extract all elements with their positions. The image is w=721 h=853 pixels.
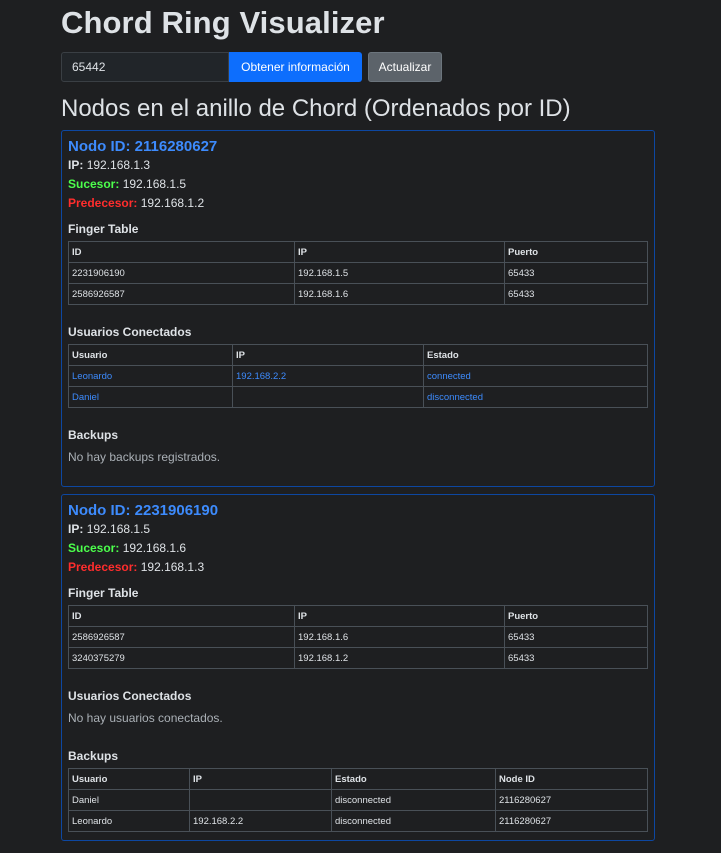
- backups-heading: Backups: [68, 428, 119, 442]
- table-cell: 192.168.1.2: [294, 647, 505, 669]
- users-heading: Usuarios Conectados: [68, 689, 192, 703]
- node-successor: Sucesor: 192.168.1.6: [68, 541, 187, 555]
- page-title: Chord Ring Visualizer: [61, 5, 385, 40]
- users-table: Usuario IP Estado Leonardo 192.168.2.2 c…: [68, 344, 648, 408]
- node-card: Nodo ID: 2116280627 IP: 192.168.1.3 Suce…: [61, 130, 655, 487]
- table-cell: 192.168.2.2: [189, 810, 332, 832]
- table-cell: [189, 789, 332, 811]
- table-cell: 3240375279: [68, 647, 295, 669]
- node-predecessor: Predecesor: 192.168.1.2: [68, 196, 205, 210]
- table-header-row: Usuario IP Estado: [68, 344, 648, 366]
- table-cell: Leonardo: [68, 810, 190, 832]
- table-row: 2231906190 192.168.1.5 65433: [68, 262, 648, 284]
- table-row: Daniel disconnected 2116280627: [68, 789, 648, 811]
- column-header: Usuario: [68, 768, 190, 790]
- finger-table-heading: Finger Table: [68, 586, 139, 600]
- node-card: Nodo ID: 2231906190 IP: 192.168.1.5 Suce…: [61, 494, 655, 841]
- finger-table: ID IP Puerto 2231906190 192.168.1.5 6543…: [68, 241, 648, 305]
- table-cell: 192.168.1.6: [294, 626, 505, 648]
- table-cell: 2586926587: [68, 283, 295, 305]
- table-cell: 2586926587: [68, 626, 295, 648]
- main-container: Chord Ring Visualizer Obtener informació…: [61, 0, 655, 841]
- table-row[interactable]: Leonardo 192.168.2.2 connected: [68, 365, 648, 387]
- column-header: Estado: [331, 768, 496, 790]
- table-header-row: ID IP Puerto: [68, 241, 648, 263]
- no-backups-message: No hay backups registrados.: [68, 450, 221, 464]
- user-name-link[interactable]: Leonardo: [68, 365, 233, 387]
- table-row: Leonardo 192.168.2.2 disconnected 211628…: [68, 810, 648, 832]
- table-cell: 65433: [504, 647, 648, 669]
- table-cell: 192.168.1.6: [294, 283, 505, 305]
- table-row: 2586926587 192.168.1.6 65433: [68, 626, 648, 648]
- column-header: Estado: [423, 344, 648, 366]
- node-ip: IP: 192.168.1.5: [68, 522, 151, 536]
- get-info-button[interactable]: Obtener información: [229, 52, 362, 82]
- table-cell: 2231906190: [68, 262, 295, 284]
- table-cell: 192.168.1.5: [294, 262, 505, 284]
- user-name-link[interactable]: Daniel: [68, 386, 233, 408]
- table-cell: Daniel: [68, 789, 190, 811]
- nodes-heading: Nodos en el anillo de Chord (Ordenados p…: [61, 95, 571, 122]
- node-successor: Sucesor: 192.168.1.5: [68, 177, 187, 191]
- column-header: IP: [294, 605, 505, 627]
- table-header-row: Usuario IP Estado Node ID: [68, 768, 648, 790]
- users-heading: Usuarios Conectados: [68, 325, 192, 339]
- backups-table: Usuario IP Estado Node ID Daniel disconn…: [68, 768, 648, 832]
- column-header: Usuario: [68, 344, 233, 366]
- node-ip: IP: 192.168.1.3: [68, 158, 151, 172]
- finger-table: ID IP Puerto 2586926587 192.168.1.6 6543…: [68, 605, 648, 669]
- user-ip-link[interactable]: 192.168.2.2: [232, 365, 424, 387]
- user-status-link[interactable]: connected: [423, 365, 648, 387]
- table-row: 2586926587 192.168.1.6 65433: [68, 283, 648, 305]
- node-predecessor: Predecesor: 192.168.1.3: [68, 560, 205, 574]
- table-row: 3240375279 192.168.1.2 65433: [68, 647, 648, 669]
- node-title: Nodo ID: 2231906190: [68, 502, 219, 519]
- backups-heading: Backups: [68, 749, 119, 763]
- table-cell: 65433: [504, 283, 648, 305]
- column-header: IP: [232, 344, 424, 366]
- column-header: IP: [294, 241, 505, 263]
- node-title: Nodo ID: 2116280627: [68, 138, 218, 155]
- column-header: Puerto: [504, 605, 648, 627]
- controls-bar: Obtener información Actualizar: [61, 52, 655, 82]
- table-cell: disconnected: [331, 789, 496, 811]
- column-header: ID: [68, 605, 295, 627]
- table-header-row: ID IP Puerto: [68, 605, 648, 627]
- column-header: Node ID: [495, 768, 648, 790]
- table-cell: 65433: [504, 262, 648, 284]
- no-users-message: No hay usuarios conectados.: [68, 711, 223, 725]
- table-row[interactable]: Daniel disconnected: [68, 386, 648, 408]
- user-status-link[interactable]: disconnected: [423, 386, 648, 408]
- table-cell: 65433: [504, 626, 648, 648]
- table-cell: 2116280627: [495, 789, 648, 811]
- column-header: ID: [68, 241, 295, 263]
- table-cell: disconnected: [331, 810, 496, 832]
- port-input[interactable]: [61, 52, 229, 82]
- user-ip-link[interactable]: [232, 386, 424, 408]
- table-cell: 2116280627: [495, 810, 648, 832]
- column-header: IP: [189, 768, 332, 790]
- refresh-button[interactable]: Actualizar: [368, 52, 442, 82]
- column-header: Puerto: [504, 241, 648, 263]
- finger-table-heading: Finger Table: [68, 222, 139, 236]
